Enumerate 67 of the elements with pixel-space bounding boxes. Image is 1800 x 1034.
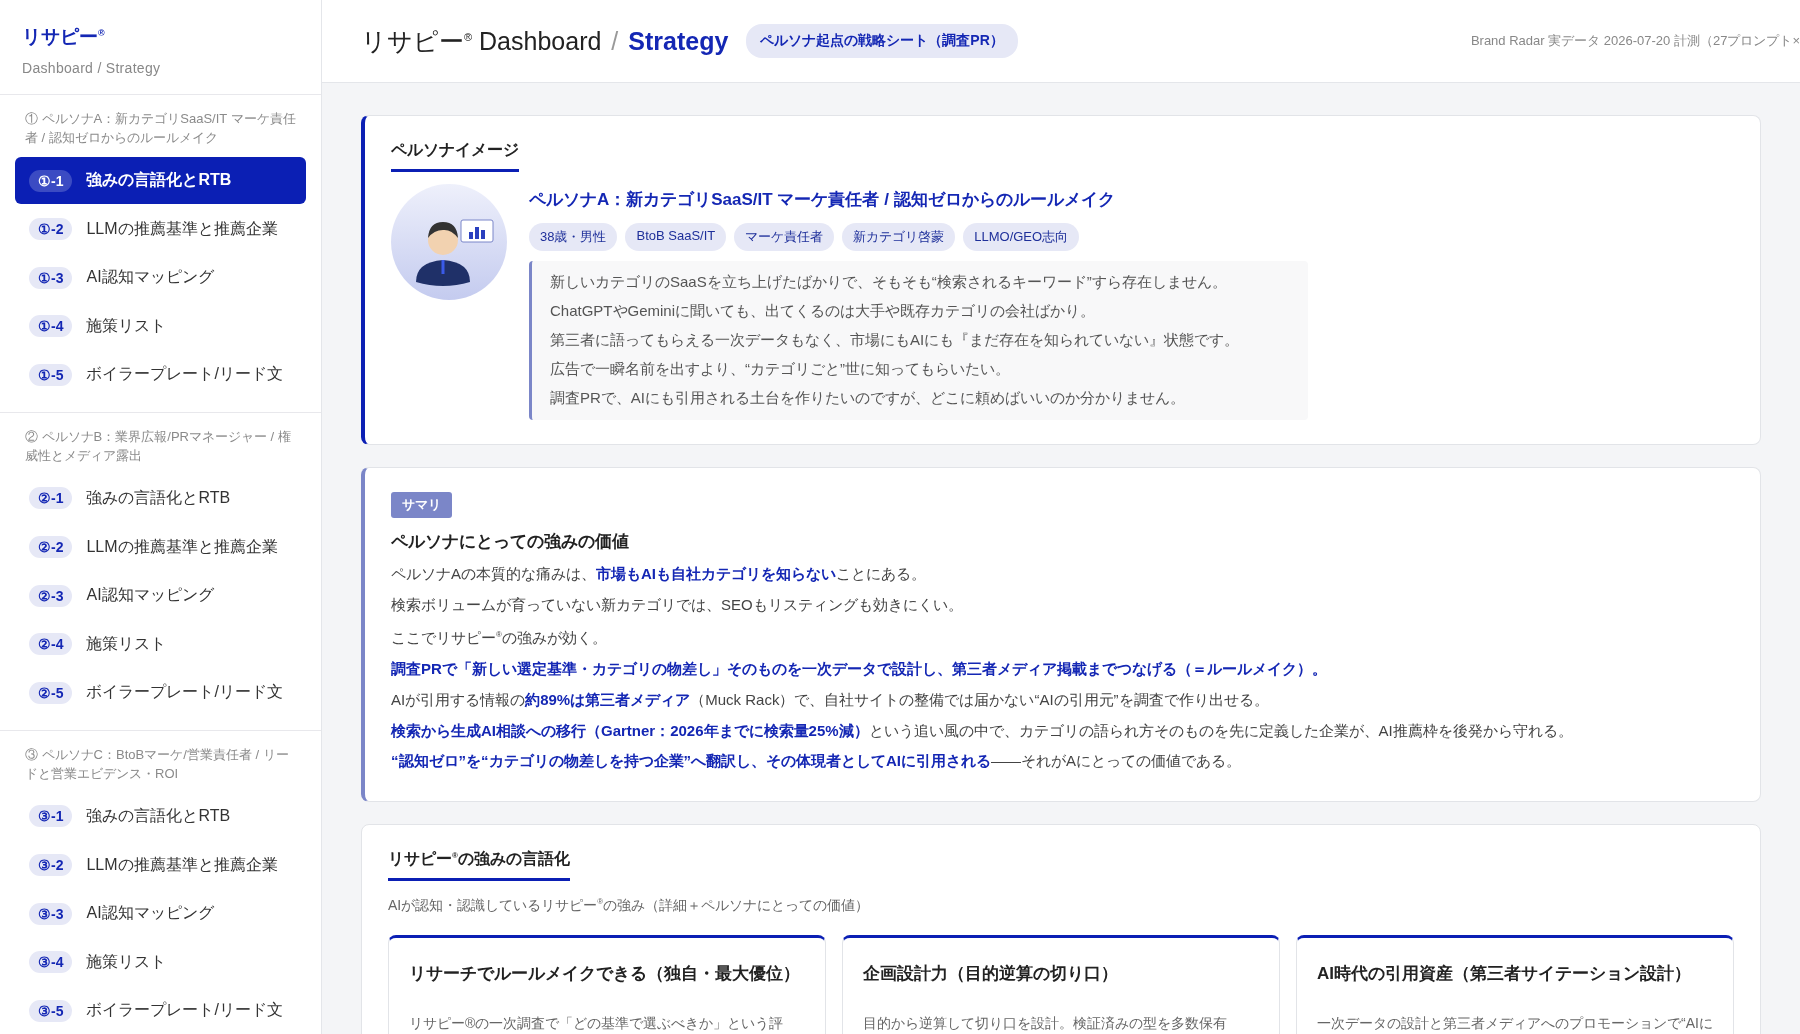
data-source-note: Brand Radar 実データ 2026-07-20 計測（27プロンプト× (1470, 32, 1800, 50)
summary-title: ペルソナにとっての強みの価値 (391, 531, 630, 553)
sidebar-item[interactable]: ②-5 ボイラープレート/リード文 (15, 669, 306, 717)
sidebar-item[interactable]: ①-3 AI認知マッピング (15, 254, 306, 302)
persona-tag: マーケ責任者 (734, 223, 835, 251)
group-title: ② ペルソナB：業界広報/PRマネージャー / 権威性とメディア露出 (24, 427, 292, 465)
sidebar-item[interactable]: ②-1 強みの言語化とRTB (15, 474, 306, 522)
breadcrumb: Dashboard / Strategy (22, 60, 162, 76)
strength-title: AI時代の引用資産（第三者サイテーション設計） (1317, 962, 1692, 985)
strength-text: リサピー®の一次調査で「どの基準で選ぶべきか」という評 (409, 1014, 785, 1033)
quote-line: 調査PRで、AIにも引用される土台を作りたいのですが、どこに頼めばいいのか分かりません。 (550, 388, 1186, 408)
number-badge: ②-5 (29, 681, 73, 704)
number-badge: ①-1 (29, 169, 73, 192)
number-badge: ③-1 (29, 805, 73, 828)
summary-line: 検索から生成AI相談への移行（Gartner：2026年までに検索量25%減）という追い風の中で、カテゴリの語られ方そのものを先に定義した企業が、AI推薦枠を後発から守れる。 (391, 720, 1574, 741)
summary-line: ペルソナAの本質的な痛みは、市場もAIも自社カテゴリを知らないことにある。 (391, 564, 927, 584)
summary-line: ここでリサピー$^{®}$の強みが効く。 (391, 628, 608, 649)
number-badge: ①-2 (29, 218, 73, 241)
quote-line: 広告で一瞬名前を出すより、“カテゴリごと”世に知ってもらいたい。 (550, 359, 1011, 379)
number-badge: ①-5 (29, 363, 73, 386)
persona-tag: BtoB SaaS/IT (625, 223, 727, 251)
sidebar-item[interactable]: ③-4 施策リスト (15, 938, 306, 986)
section-subtitle: AIが認知・認識しているリサピー$^{®}$の強み（詳細＋ペルソナにとっての価値） (388, 896, 871, 915)
persona-heading: ペルソナA：新カテゴリSaaS/IT マーケ責任者 / 認知ゼロからのルールメイク (529, 189, 1116, 211)
sidebar-item[interactable]: ①-1 強みの言語化とRTB (15, 157, 306, 204)
strength-title: 企画設計力（目的逆算の切り口） (863, 962, 1119, 985)
sidebar-item[interactable]: ③-2 LLMの推薦基準と推薦企業 (15, 841, 306, 889)
quote-line: ChatGPTやGeminiに聞いても、出てくるのは大手や既存カテゴリの会社ばかり。 (550, 301, 1097, 321)
number-badge: ①-4 (29, 315, 73, 338)
sidebar-item[interactable]: ③-3 AI認知マッピング (15, 890, 306, 938)
sidebar-item[interactable]: ③-5 ボイラープレート/リード文 (15, 987, 306, 1034)
sidebar-item[interactable]: ②-4 施策リスト (15, 620, 306, 668)
group-title: ③ ペルソナC：BtoBマーケ/営業責任者 / リードと営業エビデンス・ROI (24, 745, 290, 783)
current-page: Strategy (628, 26, 729, 56)
number-badge: ②-4 (29, 633, 73, 656)
number-badge: ③-5 (29, 999, 73, 1022)
persona-tag: 38歳・男性 (529, 223, 618, 251)
summary-line: “認知ゼロ”を“カテゴリの物差しを持つ企業”へ翻訳し、その体現者としてAIに引用される——それがAにとっての価値である。 (391, 751, 1242, 772)
sidebar-item[interactable]: ①-5 ボイラープレート/リード文 (15, 351, 306, 399)
sidebar-item[interactable]: ①-4 施策リスト (15, 302, 306, 350)
strength-text: 目的から逆算して切り口を設計。検証済みの型を多数保有 (863, 1014, 1228, 1033)
summary-line: AIが引用する情報の約89%は第三者メディア（Muck Rack）で、自社サイトの整備では届かない“AIの引用元”を調査で作り出せる。 (391, 689, 1270, 710)
summary-line: 調査PRで「新しい選定基準・カテゴリの物差し」そのものを一次データで設計し、第三者メディア掲載までつなげる（＝ルールメイク）。 (391, 659, 1328, 680)
quote-line: 第三者に語ってもらえる一次データもなく、市場にもAIにも『まだ存在を知られていない』状態です。 (550, 330, 1241, 350)
strength-text: 一次データの設計と第三者メディアへのプロモーションで“AIに (1317, 1014, 1713, 1033)
number-badge: ②-1 (29, 487, 73, 510)
sidebar-item[interactable]: ②-3 AI認知マッピング (15, 572, 306, 620)
sidebar-item[interactable]: ①-2 LLMの推薦基準と推薦企業 (15, 205, 306, 253)
page-title: リサピー$^{®}$ Dashboard (361, 25, 602, 57)
number-badge: ③-3 (29, 902, 73, 925)
persona-tag: LLMO/GEO志向 (963, 223, 1080, 251)
strength-title: リサーチでルールメイクできる（独自・最大優位） (409, 962, 801, 985)
group-title: ① ペルソナA：新カテゴリSaaS/IT マーケ責任者 / 認知ゼロからのルールメイク (24, 110, 297, 147)
number-badge: ②-3 (29, 584, 73, 607)
sheet-badge: ペルソナ起点の戦略シート（調査PR） (746, 24, 1018, 58)
quote-line: 新しいカテゴリのSaaSを立ち上げたばかりで、そもそも“検索されるキーワード”すら存在しません。 (550, 272, 1228, 292)
number-badge: ③-4 (29, 951, 73, 974)
sidebar-item[interactable]: ②-2 LLMの推薦基準と推薦企業 (15, 523, 306, 571)
number-badge: ③-2 (29, 854, 73, 877)
brand-logo: リサピー$^{®}$ (22, 25, 106, 49)
sidebar-item[interactable]: ③-1 強みの言語化とRTB (15, 792, 306, 840)
number-badge: ①-3 (29, 266, 73, 289)
summary-label: サマリ (391, 492, 452, 518)
number-badge: ②-2 (29, 536, 73, 559)
summary-line: 検索ボリュームが育っていない新カテゴリでは、SEOもリスティングも効きにくい。 (391, 594, 964, 615)
persona-tag: 新カテゴリ啓蒙 (842, 223, 956, 251)
title-separator: / (611, 26, 619, 56)
